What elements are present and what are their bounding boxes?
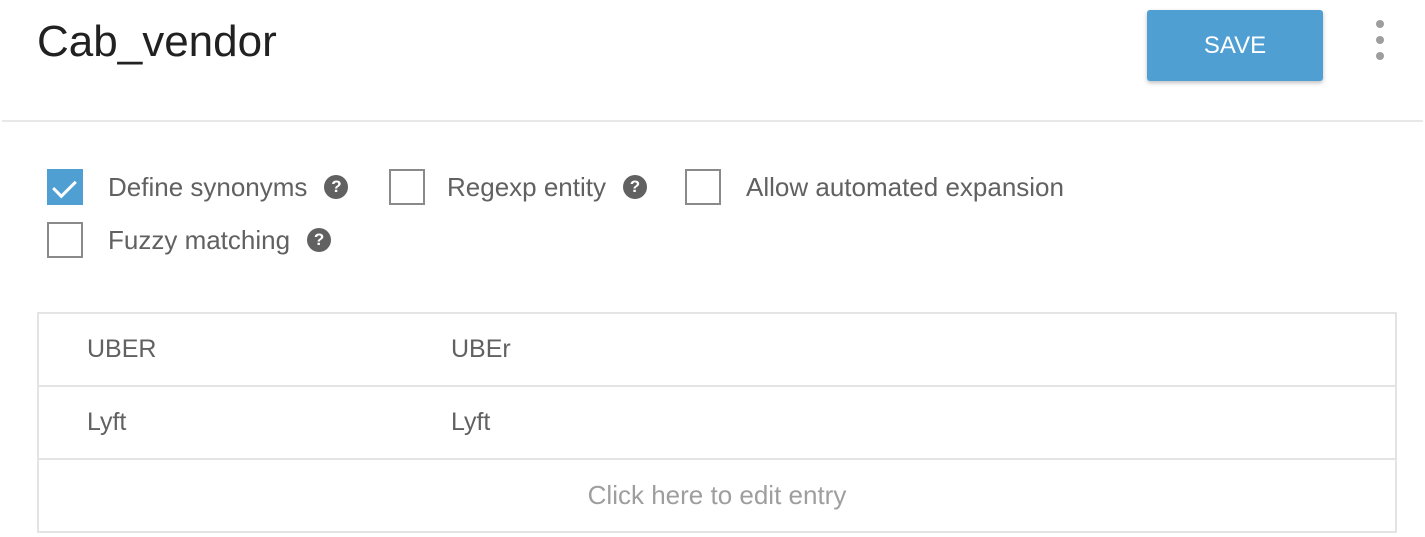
help-icon[interactable]: ? (622, 175, 647, 199)
help-icon[interactable]: ? (307, 228, 332, 252)
entry-value[interactable]: UBER (87, 314, 156, 385)
option-regexp-entity[interactable]: Regexp entity ? (389, 167, 647, 207)
fuzzy-matching-checkbox[interactable] (47, 222, 83, 258)
allow-automated-expansion-label: Allow automated expansion (746, 171, 1064, 202)
define-synonyms-checkbox[interactable] (47, 169, 83, 205)
option-allow-automated-expansion[interactable]: Allow automated expansion (685, 167, 1064, 207)
regexp-entity-checkbox[interactable] (389, 169, 425, 205)
more-vertical-icon (1376, 52, 1384, 60)
header-divider (2, 120, 1423, 122)
entries-table: UBER UBEr Lyft Lyft Click here to edit e… (37, 312, 1397, 533)
header: Cab_vendor SAVE (0, 0, 1425, 120)
table-row[interactable]: UBER UBEr (39, 314, 1395, 387)
option-fuzzy-matching[interactable]: Fuzzy matching ? (47, 220, 332, 260)
more-options-button[interactable] (1366, 18, 1394, 62)
regexp-entity-label: Regexp entity (447, 171, 606, 202)
define-synonyms-label: Define synonyms (108, 171, 308, 202)
entry-synonyms[interactable]: Lyft (451, 387, 490, 458)
entry-value[interactable]: Lyft (87, 387, 126, 458)
entry-synonyms[interactable]: UBEr (451, 314, 511, 385)
option-define-synonyms[interactable]: Define synonyms ? (47, 167, 349, 207)
more-vertical-icon (1376, 20, 1384, 28)
more-vertical-icon (1376, 36, 1384, 44)
allow-automated-expansion-checkbox[interactable] (685, 169, 721, 205)
page-title: Cab_vendor (37, 17, 277, 66)
save-button[interactable]: SAVE (1147, 10, 1323, 81)
edit-entry-row[interactable]: Click here to edit entry (39, 460, 1395, 531)
fuzzy-matching-label: Fuzzy matching (108, 224, 291, 255)
table-row[interactable]: Lyft Lyft (39, 387, 1395, 460)
help-icon[interactable]: ? (324, 175, 349, 199)
